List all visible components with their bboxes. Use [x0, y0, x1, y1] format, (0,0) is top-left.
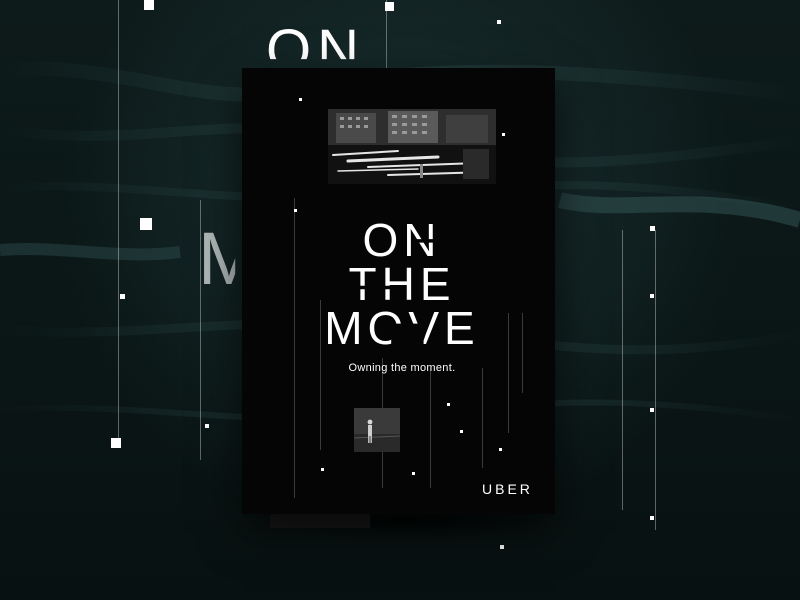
decor-square [111, 438, 121, 448]
decor-square [120, 294, 125, 299]
decor-square [294, 209, 297, 212]
background-scene: ON M ON THE MOVE Owning the moment. UBER [0, 0, 800, 600]
decor-square [144, 0, 154, 10]
poster-line [482, 368, 483, 468]
decor-square [447, 403, 450, 406]
decor-square [205, 424, 209, 428]
decor-square [385, 2, 394, 11]
decor-square [299, 98, 302, 101]
poster-line [294, 198, 295, 498]
decor-square [650, 226, 655, 231]
headline-line-3: MOVE [324, 302, 480, 354]
headline-line-1: ON [362, 214, 442, 266]
background-line [200, 200, 201, 460]
poster-line [522, 313, 523, 393]
decor-square [650, 516, 654, 520]
uber-logo: UBER [482, 481, 533, 497]
decor-square [650, 408, 654, 412]
poster-line [430, 368, 431, 488]
decor-square [502, 133, 505, 136]
traffic-photo-image [328, 109, 496, 184]
poster-tagline: Owning the moment. [348, 362, 456, 374]
decor-square [497, 20, 501, 24]
decor-square [500, 545, 504, 549]
background-line [655, 230, 656, 530]
background-line [622, 230, 623, 510]
poster-headline: ON THE MOVE [312, 218, 492, 350]
decor-square [412, 472, 415, 475]
decor-square [499, 448, 502, 451]
decor-square [140, 218, 152, 230]
decor-square [460, 430, 463, 433]
headline-line-2: THE [348, 258, 456, 310]
poster-photo-person [354, 408, 400, 452]
poster-strip [270, 514, 370, 528]
poster-photo-traffic [328, 109, 496, 184]
poster: ON THE MOVE Owning the moment. UBER [242, 68, 555, 514]
decor-square [650, 294, 654, 298]
decor-square [321, 468, 324, 471]
poster-line [508, 313, 509, 433]
person-photo-image [354, 408, 400, 452]
background-line [118, 0, 119, 440]
